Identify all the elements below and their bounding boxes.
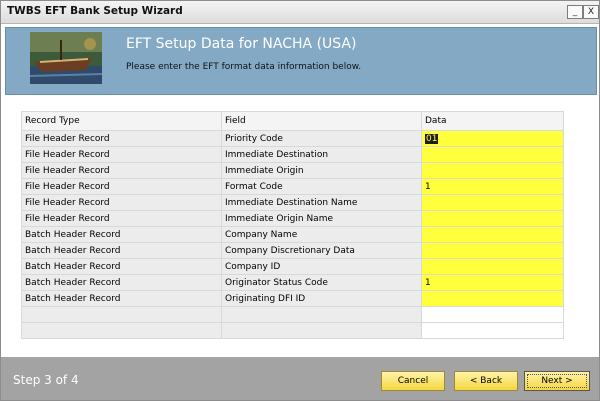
wizard-footer: Step 3 of 4 Cancel < Back Next > [1, 357, 599, 400]
data-cell[interactable] [421, 146, 564, 163]
record-type-cell: File Header Record [21, 210, 222, 227]
empty-row [21, 306, 564, 323]
table-row: File Header Record Priority Code 01 [21, 130, 564, 147]
field-cell: Company ID [221, 258, 422, 275]
empty-cell[interactable] [421, 306, 564, 323]
data-cell[interactable] [421, 194, 564, 211]
data-cell[interactable] [421, 258, 564, 275]
wizard-window: TWBS EFT Bank Setup Wizard _ X EFT Setup… [0, 0, 600, 401]
next-button[interactable]: Next > [524, 371, 590, 391]
record-type-cell: Batch Header Record [21, 226, 222, 243]
empty-cell [21, 322, 222, 339]
banner-subtitle: Please enter the EFT format data informa… [126, 62, 362, 72]
field-cell: Immediate Destination [221, 146, 422, 163]
table-row: File Header Record Format Code 1 [21, 178, 564, 195]
record-type-cell: Batch Header Record [21, 258, 222, 275]
table-row: File Header Record Immediate Origin [21, 162, 564, 179]
empty-cell [221, 306, 422, 323]
data-cell[interactable]: 01 [421, 130, 564, 147]
step-indicator: Step 3 of 4 [13, 373, 79, 387]
data-cell[interactable]: 1 [421, 178, 564, 195]
empty-cell [21, 306, 222, 323]
table-row: Batch Header Record Company Name [21, 226, 564, 243]
header-banner: EFT Setup Data for NACHA (USA) Please en… [5, 27, 597, 95]
column-header-record-type[interactable]: Record Type [21, 111, 222, 131]
eft-data-grid: Record Type Field Data File Header Recor… [21, 111, 564, 339]
empty-cell [221, 322, 422, 339]
table-row: File Header Record Immediate Destination [21, 146, 564, 163]
field-cell: Originator Status Code [221, 274, 422, 291]
field-cell: Company Name [221, 226, 422, 243]
field-cell: Originating DFI ID [221, 290, 422, 307]
close-button[interactable]: X [583, 5, 599, 19]
back-button[interactable]: < Back [454, 371, 518, 391]
data-cell[interactable] [421, 210, 564, 227]
boat-painting-icon [30, 32, 102, 84]
data-cell[interactable] [421, 290, 564, 307]
record-type-cell: File Header Record [21, 178, 222, 195]
window-title: TWBS EFT Bank Setup Wizard [7, 5, 183, 17]
column-header-data[interactable]: Data [421, 111, 564, 131]
record-type-cell: File Header Record [21, 130, 222, 147]
field-cell: Priority Code [221, 130, 422, 147]
data-cell-value[interactable]: 01 [425, 133, 439, 144]
title-bar: TWBS EFT Bank Setup Wizard _ X [1, 1, 599, 24]
record-type-cell: File Header Record [21, 162, 222, 179]
table-row: Batch Header Record Company ID [21, 258, 564, 275]
field-cell: Immediate Origin Name [221, 210, 422, 227]
column-header-field[interactable]: Field [221, 111, 422, 131]
table-row: File Header Record Immediate Origin Name [21, 210, 564, 227]
table-row: Batch Header Record Originator Status Co… [21, 274, 564, 291]
record-type-cell: Batch Header Record [21, 274, 222, 291]
table-row: Batch Header Record Company Discretionar… [21, 242, 564, 259]
record-type-cell: File Header Record [21, 146, 222, 163]
record-type-cell: Batch Header Record [21, 290, 222, 307]
minimize-button[interactable]: _ [567, 5, 583, 19]
table-row: File Header Record Immediate Destination… [21, 194, 564, 211]
next-button-label[interactable]: Next > [527, 374, 587, 388]
data-cell[interactable] [421, 162, 564, 179]
data-cell[interactable] [421, 226, 564, 243]
empty-row [21, 322, 564, 339]
empty-cell[interactable] [421, 322, 564, 339]
field-cell: Immediate Origin [221, 162, 422, 179]
data-cell[interactable]: 1 [421, 274, 564, 291]
field-cell: Immediate Destination Name [221, 194, 422, 211]
field-cell: Company Discretionary Data [221, 242, 422, 259]
banner-heading: EFT Setup Data for NACHA (USA) [126, 36, 357, 52]
record-type-cell: File Header Record [21, 194, 222, 211]
data-cell[interactable] [421, 242, 564, 259]
table-row: Batch Header Record Originating DFI ID [21, 290, 564, 307]
field-cell: Format Code [221, 178, 422, 195]
record-type-cell: Batch Header Record [21, 242, 222, 259]
grid-header-row: Record Type Field Data [21, 111, 564, 131]
cancel-button[interactable]: Cancel [381, 371, 445, 391]
